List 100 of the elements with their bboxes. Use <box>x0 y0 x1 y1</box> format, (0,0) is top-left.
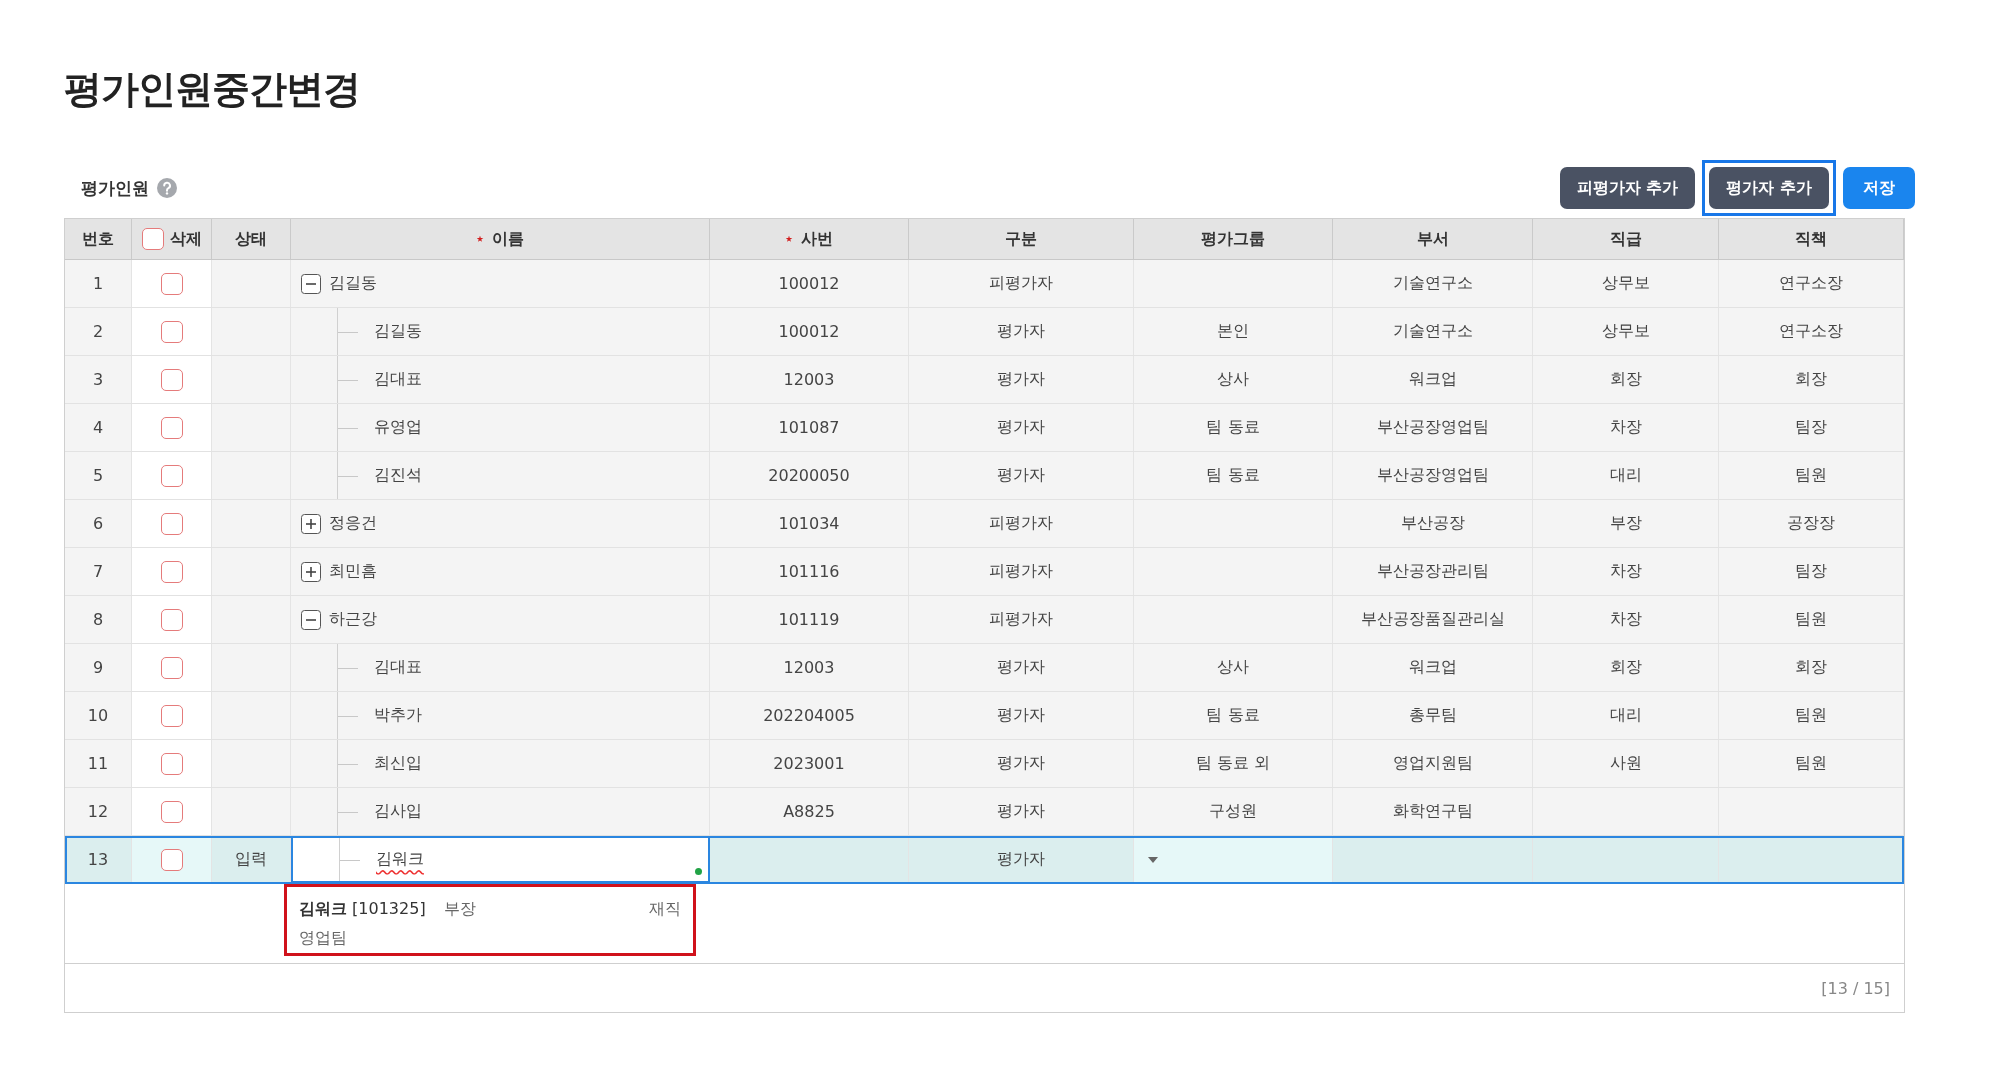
employee-number: 2023001 <box>773 754 845 773</box>
department-text: 기술연구소 <box>1392 273 1473 294</box>
duty-text: 공장장 <box>1787 513 1835 534</box>
type-text: 평가자 <box>997 417 1045 438</box>
group-text: 상사 <box>1217 657 1249 678</box>
department-text: 총무팀 <box>1408 705 1457 726</box>
suggestion-rank: 부장 <box>443 899 476 920</box>
name-text: 최민흠 <box>329 561 377 582</box>
action-button[interactable]: 저장 <box>1843 167 1915 209</box>
name-text: 김워크 <box>376 849 424 870</box>
type-text: 평가자 <box>997 465 1045 486</box>
employee-number: 12003 <box>783 658 835 677</box>
grade-text: 회장 <box>1609 657 1642 678</box>
department-text: 부산공장품질관리실 <box>1360 609 1505 630</box>
duty-text: 회장 <box>1795 657 1827 678</box>
section-label: 평가인원 <box>81 176 149 200</box>
grade-text: 상무보 <box>1601 321 1650 342</box>
tree-toggle-icon[interactable] <box>301 561 321 582</box>
employee-number: 100012 <box>778 322 840 341</box>
column-header: 부서 <box>1416 228 1449 250</box>
help-icon[interactable] <box>157 178 177 198</box>
column-header: 삭제 <box>169 228 202 250</box>
group-text: 구성원 <box>1209 801 1257 822</box>
employee-number: 100012 <box>778 274 840 293</box>
group-text: 팀 동료 <box>1206 705 1260 726</box>
employee-number: A8825 <box>783 802 835 821</box>
column-header: 상태 <box>235 228 267 250</box>
delete-checkbox[interactable] <box>160 608 183 631</box>
column-header: 직책 <box>1795 228 1827 250</box>
duty-text: 팀원 <box>1795 705 1827 726</box>
column-header: 사번 <box>800 228 833 250</box>
suggestion-title: 김워크 [101325] <box>299 899 426 920</box>
department-text: 부산공장 <box>1400 513 1465 534</box>
employee-number: 20200050 <box>768 466 850 485</box>
name-text: 정응건 <box>329 513 377 534</box>
type-text: 평가자 <box>997 801 1045 822</box>
type-text: 피평가자 <box>989 561 1053 582</box>
duty-text: 팀원 <box>1795 465 1827 486</box>
grade-text: 상무보 <box>1601 273 1650 294</box>
name-text: 박추가 <box>374 705 422 726</box>
suggestion-item[interactable]: 김워크 [101325] 부장 재직 영업팀 <box>284 884 696 956</box>
grade-text: 차장 <box>1609 609 1642 630</box>
type-text: 피평가자 <box>989 273 1053 294</box>
delete-checkbox[interactable] <box>160 752 183 775</box>
duty-text: 팀원 <box>1795 753 1827 774</box>
duty-text: 팀장 <box>1795 417 1827 438</box>
duty-text: 팀원 <box>1795 609 1827 630</box>
type-text: 피평가자 <box>989 609 1053 630</box>
action-button[interactable]: 평가자 추가 <box>1709 167 1829 209</box>
employee-number: 101116 <box>778 562 840 581</box>
employee-number: 101087 <box>778 418 840 437</box>
name-text: 김길동 <box>374 321 422 342</box>
type-text: 평가자 <box>997 849 1045 870</box>
page-title: 평가인원중간변경 <box>64 66 361 113</box>
department-text: 부산공장영업팀 <box>1376 417 1489 438</box>
type-text: 평가자 <box>997 369 1045 390</box>
action-button[interactable]: 피평가자 추가 <box>1559 167 1696 209</box>
department-text: 부산공장관리팀 <box>1376 561 1489 582</box>
caret-icon[interactable] <box>1148 856 1158 863</box>
delete-checkbox[interactable] <box>160 656 183 679</box>
column-header: 이름 <box>491 228 524 250</box>
tree-toggle-icon[interactable] <box>301 609 321 630</box>
grade-text: 부장 <box>1609 513 1642 534</box>
select-all-checkbox[interactable] <box>141 228 164 250</box>
grade-text: 대리 <box>1609 465 1642 486</box>
delete-checkbox[interactable] <box>160 464 183 487</box>
status-text: 입력 <box>235 849 267 870</box>
name-text: 유영업 <box>374 417 422 438</box>
group-text: 팀 동료 외 <box>1195 753 1271 774</box>
column-header: 직급 <box>1609 228 1642 250</box>
delete-checkbox[interactable] <box>160 704 183 727</box>
delete-checkbox[interactable] <box>160 368 183 391</box>
delete-checkbox[interactable] <box>160 560 183 583</box>
employee-number: 12003 <box>783 370 835 389</box>
delete-checkbox[interactable] <box>160 416 183 439</box>
type-text: 평가자 <box>997 753 1045 774</box>
row-count: [13 / 15] <box>1821 978 1890 998</box>
name-text: 김사입 <box>374 801 422 822</box>
type-text: 피평가자 <box>989 513 1053 534</box>
column-header: 구분 <box>1005 228 1037 250</box>
name-text: 김대표 <box>374 657 422 678</box>
tree-toggle-icon[interactable] <box>301 273 321 294</box>
delete-checkbox[interactable] <box>160 848 183 871</box>
suggestion-department: 영업팀 <box>299 928 348 949</box>
grade-text: 사원 <box>1609 753 1642 774</box>
type-text: 평가자 <box>997 321 1045 342</box>
department-text: 부산공장영업팀 <box>1376 465 1489 486</box>
employee-number: 101119 <box>778 610 840 629</box>
delete-checkbox[interactable] <box>160 512 183 535</box>
duty-text: 연구소장 <box>1779 321 1843 342</box>
delete-checkbox[interactable] <box>160 272 183 295</box>
grade-text: 차장 <box>1609 561 1642 582</box>
delete-checkbox[interactable] <box>160 320 183 343</box>
employee-number: 101034 <box>778 514 840 533</box>
tree-toggle-icon[interactable] <box>301 513 321 534</box>
delete-checkbox[interactable] <box>160 800 183 823</box>
department-text: 기술연구소 <box>1392 321 1473 342</box>
group-text: 팀 동료 <box>1206 417 1260 438</box>
column-header: 번호 <box>82 228 114 250</box>
name-text: 하근강 <box>329 609 377 630</box>
